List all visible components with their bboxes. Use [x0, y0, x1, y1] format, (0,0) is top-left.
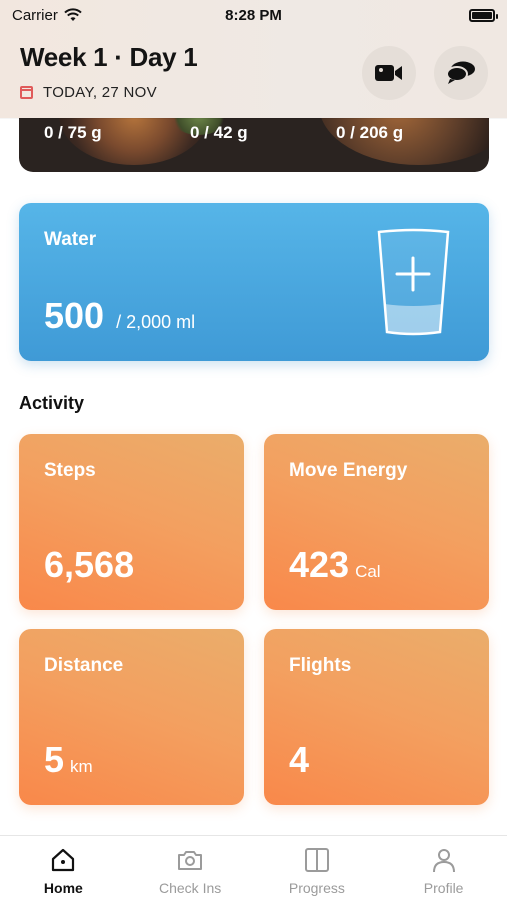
date-row: TODAY, 27 NOV	[20, 84, 157, 101]
tab-home[interactable]: Home	[0, 836, 127, 900]
flights-tile[interactable]: Flights 4	[264, 629, 489, 805]
distance-title: Distance	[44, 655, 124, 676]
distance-unit: km	[70, 757, 93, 776]
status-bar: Carrier 8:28 PM	[0, 0, 507, 30]
battery-icon	[469, 8, 498, 22]
water-card[interactable]: Water 500 / 2,000 ml	[19, 203, 489, 361]
tab-progress-label: Progress	[288, 880, 345, 896]
flights-value: 4	[289, 739, 310, 780]
chat-button[interactable]	[434, 46, 488, 100]
progress-icon	[304, 848, 329, 872]
chat-bubbles-icon	[446, 61, 475, 84]
video-call-button[interactable]	[362, 46, 416, 100]
camera-icon	[178, 851, 203, 870]
tab-home-label: Home	[43, 880, 83, 896]
tab-check-ins-label: Check Ins	[159, 880, 222, 896]
header: Carrier 8:28 PM Week 1 · Day 1 TODAY, 27…	[0, 0, 507, 118]
water-target: / 2,000 ml	[116, 312, 196, 332]
home-icon	[52, 848, 75, 872]
activity-section-title: Activity	[19, 393, 85, 413]
move-energy-value: 423	[289, 544, 350, 585]
tab-profile[interactable]: Profile	[380, 836, 507, 900]
carbs-value: 0 / 206 g	[336, 123, 404, 142]
distance-tile[interactable]: Distance 5 km	[19, 629, 244, 805]
date-label: TODAY, 27 NOV	[43, 84, 157, 101]
move-energy-title: Move Energy	[289, 460, 408, 481]
calendar-icon	[20, 86, 33, 99]
water-title: Water	[44, 229, 97, 250]
protein-value: 0 / 75 g	[44, 123, 102, 142]
flights-title: Flights	[289, 655, 352, 676]
tab-progress[interactable]: Progress	[254, 836, 381, 900]
tab-profile-label: Profile	[423, 880, 464, 896]
steps-value: 6,568	[44, 544, 135, 585]
move-energy-unit: Cal	[355, 562, 381, 581]
steps-tile[interactable]: Steps 6,568	[19, 434, 244, 610]
water-value: 500	[44, 295, 105, 336]
fat-value: 0 / 42 g	[190, 123, 248, 142]
move-energy-tile[interactable]: Move Energy 423 Cal	[264, 434, 489, 610]
video-camera-icon	[375, 65, 402, 81]
add-water-glass-icon[interactable]	[376, 228, 451, 338]
steps-title: Steps	[44, 460, 96, 481]
tab-check-ins[interactable]: Check Ins	[127, 836, 254, 900]
tab-bar: Home Check Ins Progress Profile	[0, 835, 507, 900]
page-title: Week 1 · Day 1	[20, 42, 198, 72]
distance-value: 5	[44, 739, 65, 780]
person-icon	[432, 849, 455, 873]
clock: 8:28 PM	[225, 6, 282, 24]
